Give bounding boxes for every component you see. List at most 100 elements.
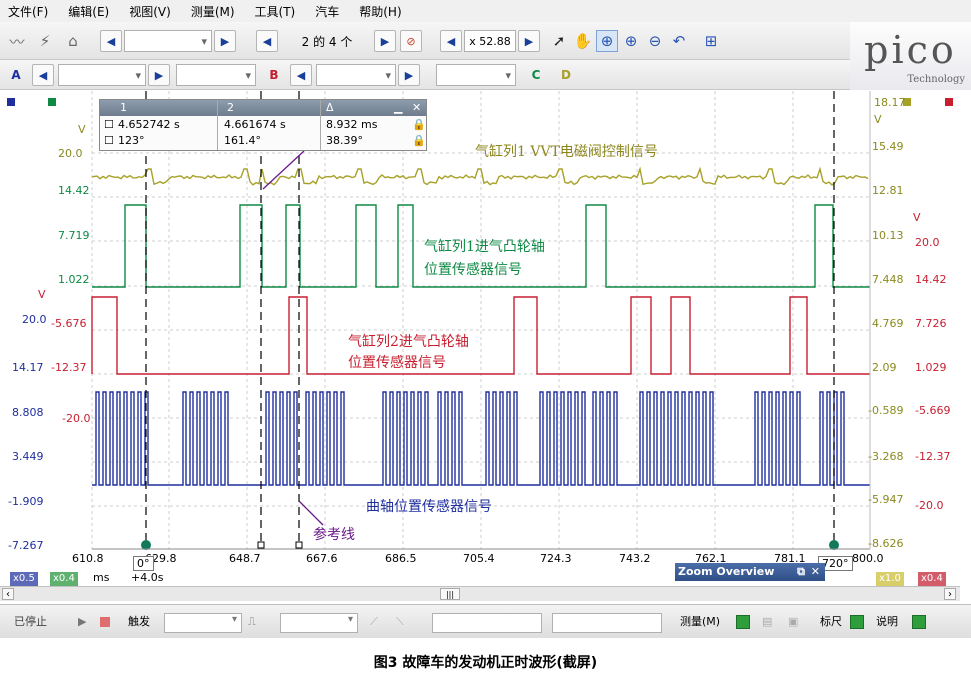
right-red-tick: 14.42 <box>915 273 947 286</box>
channel-c-button[interactable]: C <box>526 64 546 86</box>
waveform-icon[interactable]: 〰 <box>6 30 28 52</box>
ruler-legend-header[interactable] <box>100 100 426 116</box>
right-axis-tick: 7.448 <box>872 273 904 286</box>
close-icon[interactable]: ✕ <box>412 100 421 116</box>
zoom-select-icon[interactable]: ⊕ <box>596 30 618 52</box>
x-zoom-chip[interactable]: x0.4 <box>50 572 78 586</box>
channel-a-prev-button[interactable]: ◀ <box>32 64 54 86</box>
crank-signal-label: 曲轴位置传感器信号 <box>366 499 492 515</box>
pointer-icon[interactable]: ➚ <box>548 30 570 52</box>
menu-file[interactable]: 文件(F) <box>8 3 48 20</box>
next-timebase-button[interactable]: ▶ <box>214 30 236 52</box>
ruler-icon[interactable] <box>850 613 868 631</box>
prev-waveform-button[interactable]: ◀ <box>256 30 278 52</box>
notes-button[interactable]: 说明 <box>876 613 898 631</box>
horizontal-scrollbar[interactable]: ‹ ||| › <box>0 586 960 601</box>
ruler-handle <box>295 541 303 549</box>
zoom-fit-icon[interactable]: ⊞ <box>700 30 722 52</box>
logo-brand: pico <box>864 28 957 72</box>
ruler-legend[interactable]: 1 2 Δ ▁ ✕ ☐ 4.652742 s 4.661674 s 8.932 … <box>99 99 427 151</box>
ruler-angle-delta: 38.39° <box>326 134 363 147</box>
green-axis-tick: 1.022 <box>58 273 90 286</box>
right-red-tick: -12.37 <box>915 450 951 463</box>
red-axis-unit: V <box>38 288 46 301</box>
figure-caption: 图3 故障车的发动机正时波形(截屏) <box>373 655 598 671</box>
x-zoom-chip[interactable]: x0.5 <box>10 572 38 586</box>
right-axis-tick: -8.626 <box>868 537 904 550</box>
menu-help[interactable]: 帮助(H) <box>359 3 401 20</box>
time-tick: 800.0 <box>852 552 884 565</box>
notes-icon[interactable] <box>912 613 930 631</box>
edit-measure-icon[interactable]: ▤ <box>762 613 772 631</box>
trigger-source-combo[interactable]: ▾ <box>280 613 358 633</box>
restore-icon[interactable]: ⧉ <box>797 563 805 581</box>
undo-zoom-icon[interactable]: ↶ <box>668 30 690 52</box>
ruler-col-2: 2 <box>227 101 234 114</box>
measure-label[interactable]: 测量(M) <box>680 613 720 631</box>
time-offset: +4.0s <box>131 571 164 584</box>
menu-measure[interactable]: 测量(M) <box>191 3 235 20</box>
channel-b-marker[interactable] <box>945 98 953 106</box>
channel-c-marker[interactable] <box>48 98 56 106</box>
home-icon[interactable]: ⌂ <box>62 30 84 52</box>
add-measure-icon[interactable] <box>736 613 754 631</box>
channel-a-range-combo[interactable]: ▾ <box>58 64 146 86</box>
x-zoom-chip[interactable]: x0.4 <box>918 572 946 586</box>
hand-icon[interactable]: ✋ <box>572 30 594 52</box>
channel-a-coupling-combo[interactable]: ▾ <box>176 64 256 86</box>
x-zoom-chip[interactable]: x1.0 <box>876 572 904 586</box>
trigger-edge-icon[interactable]: ⎍ <box>248 613 256 631</box>
channel-a-next-button[interactable]: ▶ <box>148 64 170 86</box>
zoom-overview-panel[interactable]: Zoom Overview ⧉ ✕ <box>675 563 825 581</box>
channel-d-button[interactable]: D <box>556 64 576 86</box>
delete-measure-icon[interactable]: ▣ <box>788 613 798 631</box>
trigger-mode-combo[interactable]: ▾ <box>164 613 242 633</box>
scope-view[interactable]: V 20.0 14.42 7.719 1.022 V 20.0 -5.676 1… <box>0 91 971 587</box>
main-toolbar: 〰 ⚡ ⌂ ◀ ▾ ▶ ◀ 2 的 4 个 ▶ ⊘ ◀ x 52.88 ▶ ➚ … <box>0 22 850 60</box>
timebase-combo[interactable]: ▾ <box>124 30 212 52</box>
right-red-tick: 7.726 <box>915 317 947 330</box>
compass-icon[interactable]: ⊘ <box>400 30 422 52</box>
zoom-prev-button[interactable]: ◀ <box>440 30 462 52</box>
status-bar: 已停止 ▶ 触发 ▾ ⎍ ▾ ⟋ ⟍ 测量(M) ▤ ▣ 标尺 说明 <box>0 604 971 638</box>
cam1-signal-label-line2: 位置传感器信号 <box>424 262 522 278</box>
zoom-next-button[interactable]: ▶ <box>518 30 540 52</box>
menu-view[interactable]: 视图(V) <box>129 3 171 20</box>
channel-b-next-button[interactable]: ▶ <box>398 64 420 86</box>
time-tick: 705.4 <box>463 552 495 565</box>
channel-b-prev-button[interactable]: ◀ <box>290 64 312 86</box>
next-waveform-button[interactable]: ▶ <box>374 30 396 52</box>
ruler-col-1: 1 <box>120 101 127 114</box>
checkbox-icon[interactable]: ☐ <box>104 117 114 133</box>
checkbox-icon[interactable]: ☐ <box>104 133 114 149</box>
lock-icon[interactable]: 🔒 <box>412 133 426 149</box>
scroll-right-icon[interactable]: › <box>944 588 956 600</box>
ruler-button[interactable]: 标尺 <box>820 613 842 631</box>
menu-auto[interactable]: 汽车 <box>315 3 339 20</box>
menu-tools[interactable]: 工具(T) <box>255 3 296 20</box>
time-unit: ms <box>93 571 110 584</box>
channel-b-range-combo[interactable]: ▾ <box>316 64 396 86</box>
scroll-thumb[interactable]: ||| <box>440 588 460 600</box>
stop-icon[interactable] <box>100 617 110 627</box>
minimize-icon[interactable]: ▁ <box>394 100 402 116</box>
scroll-left-icon[interactable]: ‹ <box>2 588 14 600</box>
zoom-out-icon[interactable]: ⊖ <box>644 30 666 52</box>
trigger-level-field[interactable] <box>432 613 542 633</box>
channel-a-button[interactable]: A <box>6 64 26 86</box>
prev-timebase-button[interactable]: ◀ <box>100 30 122 52</box>
ruler-time-1: 4.652742 s <box>118 118 180 131</box>
trigger-delay-field[interactable] <box>552 613 662 633</box>
channel-a-marker[interactable] <box>7 98 15 106</box>
auto-setup-icon[interactable]: ⚡ <box>34 30 56 52</box>
lock-icon[interactable]: 🔒 <box>412 117 426 133</box>
close-icon[interactable]: ✕ <box>811 563 820 581</box>
run-icon[interactable]: ▶ <box>78 613 86 631</box>
channel-b-button[interactable]: B <box>264 64 284 86</box>
zoom-in-icon[interactable]: ⊕ <box>620 30 642 52</box>
right-axis-tick: -0.589 <box>868 404 904 417</box>
rising-edge-icon[interactable]: ⟋ <box>370 613 378 631</box>
falling-edge-icon[interactable]: ⟍ <box>396 613 404 631</box>
channel-b-coupling-combo[interactable]: ▾ <box>436 64 516 86</box>
menu-edit[interactable]: 编辑(E) <box>68 3 109 20</box>
